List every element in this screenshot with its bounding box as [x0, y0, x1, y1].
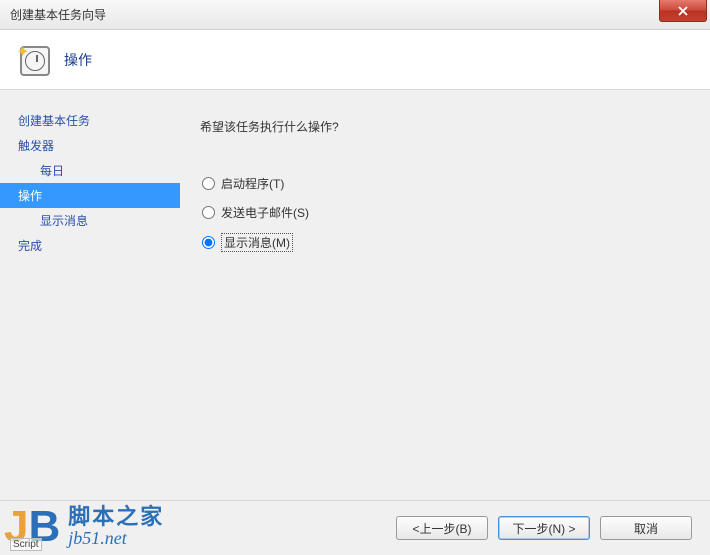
sidebar-item-daily[interactable]: 每日	[0, 158, 180, 183]
action-radio-group: 启动程序(T) 发送电子邮件(S) 显示消息(M)	[202, 175, 690, 252]
close-button[interactable]	[659, 0, 707, 22]
sidebar-item-create-task[interactable]: 创建基本任务	[0, 108, 180, 133]
cancel-button[interactable]: 取消	[600, 516, 692, 540]
radio-label-start-program[interactable]: 启动程序(T)	[221, 175, 284, 192]
wizard-footer: <上一步(B) 下一步(N) > 取消	[0, 500, 710, 555]
back-button[interactable]: <上一步(B)	[396, 516, 488, 540]
radio-label-send-email[interactable]: 发送电子邮件(S)	[221, 204, 309, 221]
wizard-sidebar: 创建基本任务 触发器 每日 操作 显示消息 完成	[0, 90, 180, 500]
radio-row-send-email: 发送电子邮件(S)	[202, 204, 690, 221]
sidebar-item-finish[interactable]: 完成	[0, 233, 180, 258]
action-prompt: 希望该任务执行什么操作?	[200, 118, 690, 135]
radio-label-show-message[interactable]: 显示消息(M)	[221, 233, 293, 252]
titlebar: 创建基本任务向导	[0, 0, 710, 30]
wizard-content: 希望该任务执行什么操作? 启动程序(T) 发送电子邮件(S) 显示消息(M)	[180, 90, 710, 500]
next-button[interactable]: 下一步(N) >	[498, 516, 590, 540]
radio-send-email[interactable]	[202, 206, 215, 219]
radio-start-program[interactable]	[202, 177, 215, 190]
wizard-body: 创建基本任务 触发器 每日 操作 显示消息 完成 希望该任务执行什么操作? 启动…	[0, 90, 710, 500]
wizard-window: 创建基本任务向导 ✦ 操作 创建基本任务 触发器 每日 操作 显示消息 完成 希…	[0, 0, 710, 555]
watermark-script-label: Script	[10, 538, 42, 551]
radio-row-start-program: 启动程序(T)	[202, 175, 690, 192]
wizard-header: ✦ 操作	[0, 30, 710, 90]
page-title: 操作	[64, 50, 92, 70]
sidebar-item-action[interactable]: 操作	[0, 183, 180, 208]
radio-row-show-message: 显示消息(M)	[202, 233, 690, 252]
window-title: 创建基本任务向导	[10, 6, 106, 23]
close-icon	[678, 6, 688, 16]
sidebar-item-show-message[interactable]: 显示消息	[0, 208, 180, 233]
sidebar-item-trigger[interactable]: 触发器	[0, 133, 180, 158]
task-clock-icon: ✦	[18, 44, 50, 76]
radio-show-message[interactable]	[202, 236, 215, 249]
